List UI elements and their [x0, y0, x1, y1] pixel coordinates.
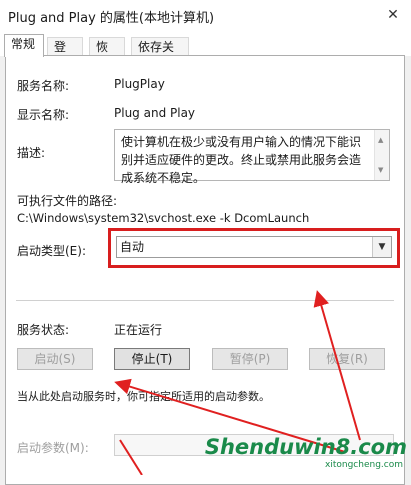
watermark-main-text: Shenduwin8.com	[204, 435, 407, 459]
annotation-arrows	[114, 290, 361, 475]
arrow-lower-left	[119, 439, 143, 475]
arrow-to-startup-type	[313, 290, 361, 441]
site-watermark: Shenduwin8.com xitongcheng.com	[205, 427, 411, 475]
tab-general[interactable]: 常规	[4, 34, 44, 57]
watermark-sub-text: xitongcheng.com	[325, 460, 403, 470]
